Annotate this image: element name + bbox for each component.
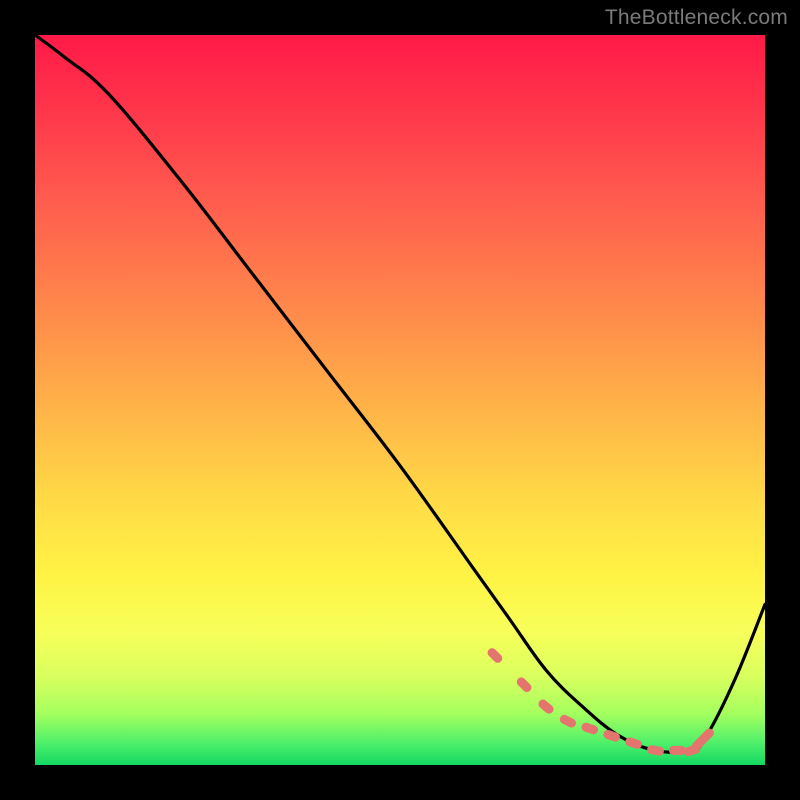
plot-area: [35, 35, 765, 765]
valley-markers: [486, 646, 716, 757]
bottleneck-curve: [35, 35, 765, 752]
valley-marker: [669, 746, 686, 755]
valley-marker: [558, 713, 577, 729]
valley-marker: [537, 698, 556, 716]
valley-marker: [624, 736, 643, 750]
valley-marker: [486, 646, 504, 664]
valley-marker: [646, 745, 664, 757]
valley-marker: [580, 722, 599, 736]
watermark-text: TheBottleneck.com: [605, 6, 788, 30]
valley-marker: [515, 676, 533, 694]
chart-svg: [35, 35, 765, 765]
chart-frame: TheBottleneck.com: [0, 0, 800, 800]
curve-group: [35, 35, 765, 752]
